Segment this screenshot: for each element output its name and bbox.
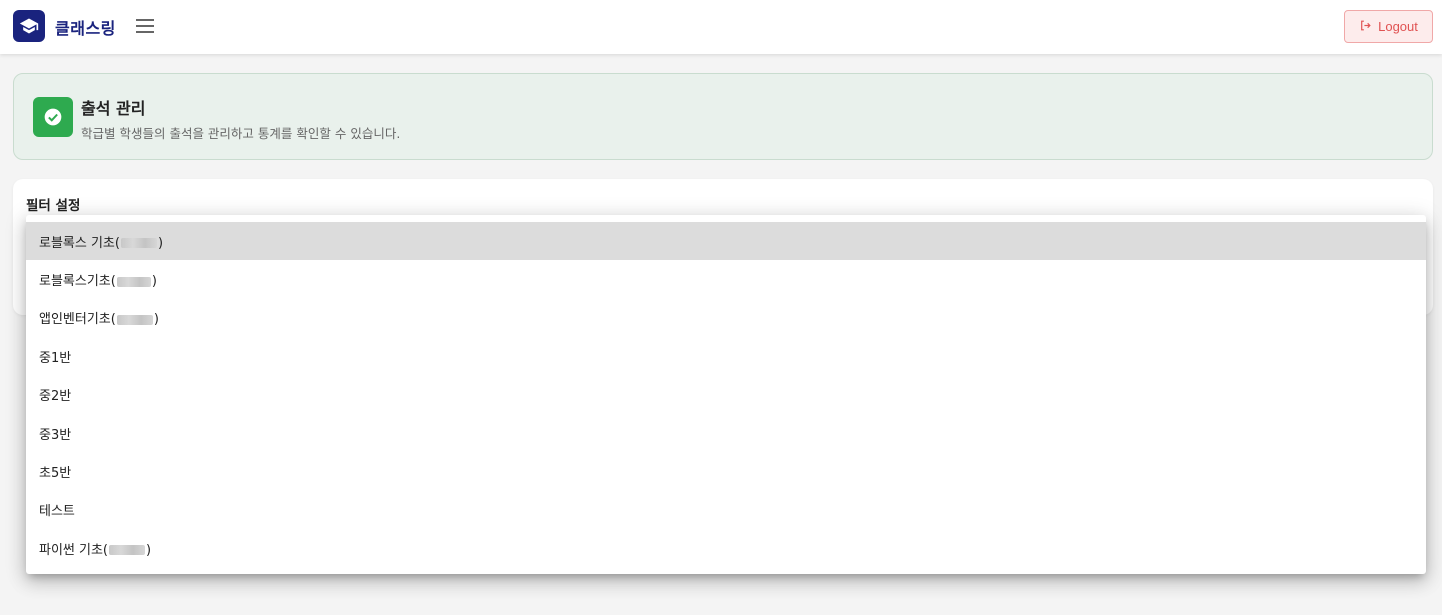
logout-label: Logout (1378, 19, 1418, 34)
option-label: 로블록스 기초() (39, 235, 164, 251)
option-label: 중1반 (39, 350, 72, 366)
class-option[interactable]: 중3반 (26, 414, 1426, 452)
filter-title: 필터 설정 (26, 198, 81, 214)
option-label: 앱인벤터기초() (39, 312, 159, 328)
class-option[interactable]: 앱인벤터기초() (26, 299, 1426, 337)
redacted-text (116, 314, 153, 325)
option-label: 파이썬 기초() (39, 542, 152, 558)
redacted-text (109, 545, 146, 556)
attendance-header-card: 출석 관리 학급별 학생들의 출석을 관리하고 통계를 확인할 수 있습니다. (13, 73, 1433, 160)
option-label: 테스트 (39, 504, 75, 520)
graduation-cap-icon (13, 10, 45, 42)
redacted-text (116, 276, 151, 287)
redacted-text (120, 238, 157, 249)
hamburger-menu-icon[interactable] (135, 15, 155, 37)
class-option[interactable]: 로블록스 기초() (26, 222, 1426, 261)
page-title: 출석 관리 (81, 99, 146, 118)
page-subtitle: 학급별 학생들의 출석을 관리하고 통계를 확인할 수 있습니다. (81, 126, 401, 141)
logout-icon (1359, 19, 1372, 35)
logout-button[interactable]: Logout (1344, 10, 1433, 43)
brand-name[interactable]: 클래스링 (55, 15, 116, 39)
class-option[interactable]: 초5반 (26, 452, 1426, 490)
class-option[interactable]: 로블록스기초() (26, 260, 1426, 298)
class-option[interactable]: 파이썬 기초() (26, 529, 1426, 567)
class-option[interactable]: 중2반 (26, 376, 1426, 414)
option-label: 중2반 (39, 389, 72, 405)
check-circle-icon (33, 97, 73, 137)
option-label: 로블록스기초() (39, 274, 157, 290)
top-app-bar: 클래스링 Logout (0, 0, 1442, 54)
class-option[interactable]: 중1반 (26, 337, 1426, 375)
class-option[interactable]: 테스트 (26, 491, 1426, 529)
option-label: 초5반 (39, 466, 72, 482)
class-select-dropdown: 로블록스 기초() 로블록스기초() 앱인벤터기초() 중1반 중2반 중3반 … (26, 215, 1426, 574)
option-label: 중3반 (39, 427, 72, 443)
